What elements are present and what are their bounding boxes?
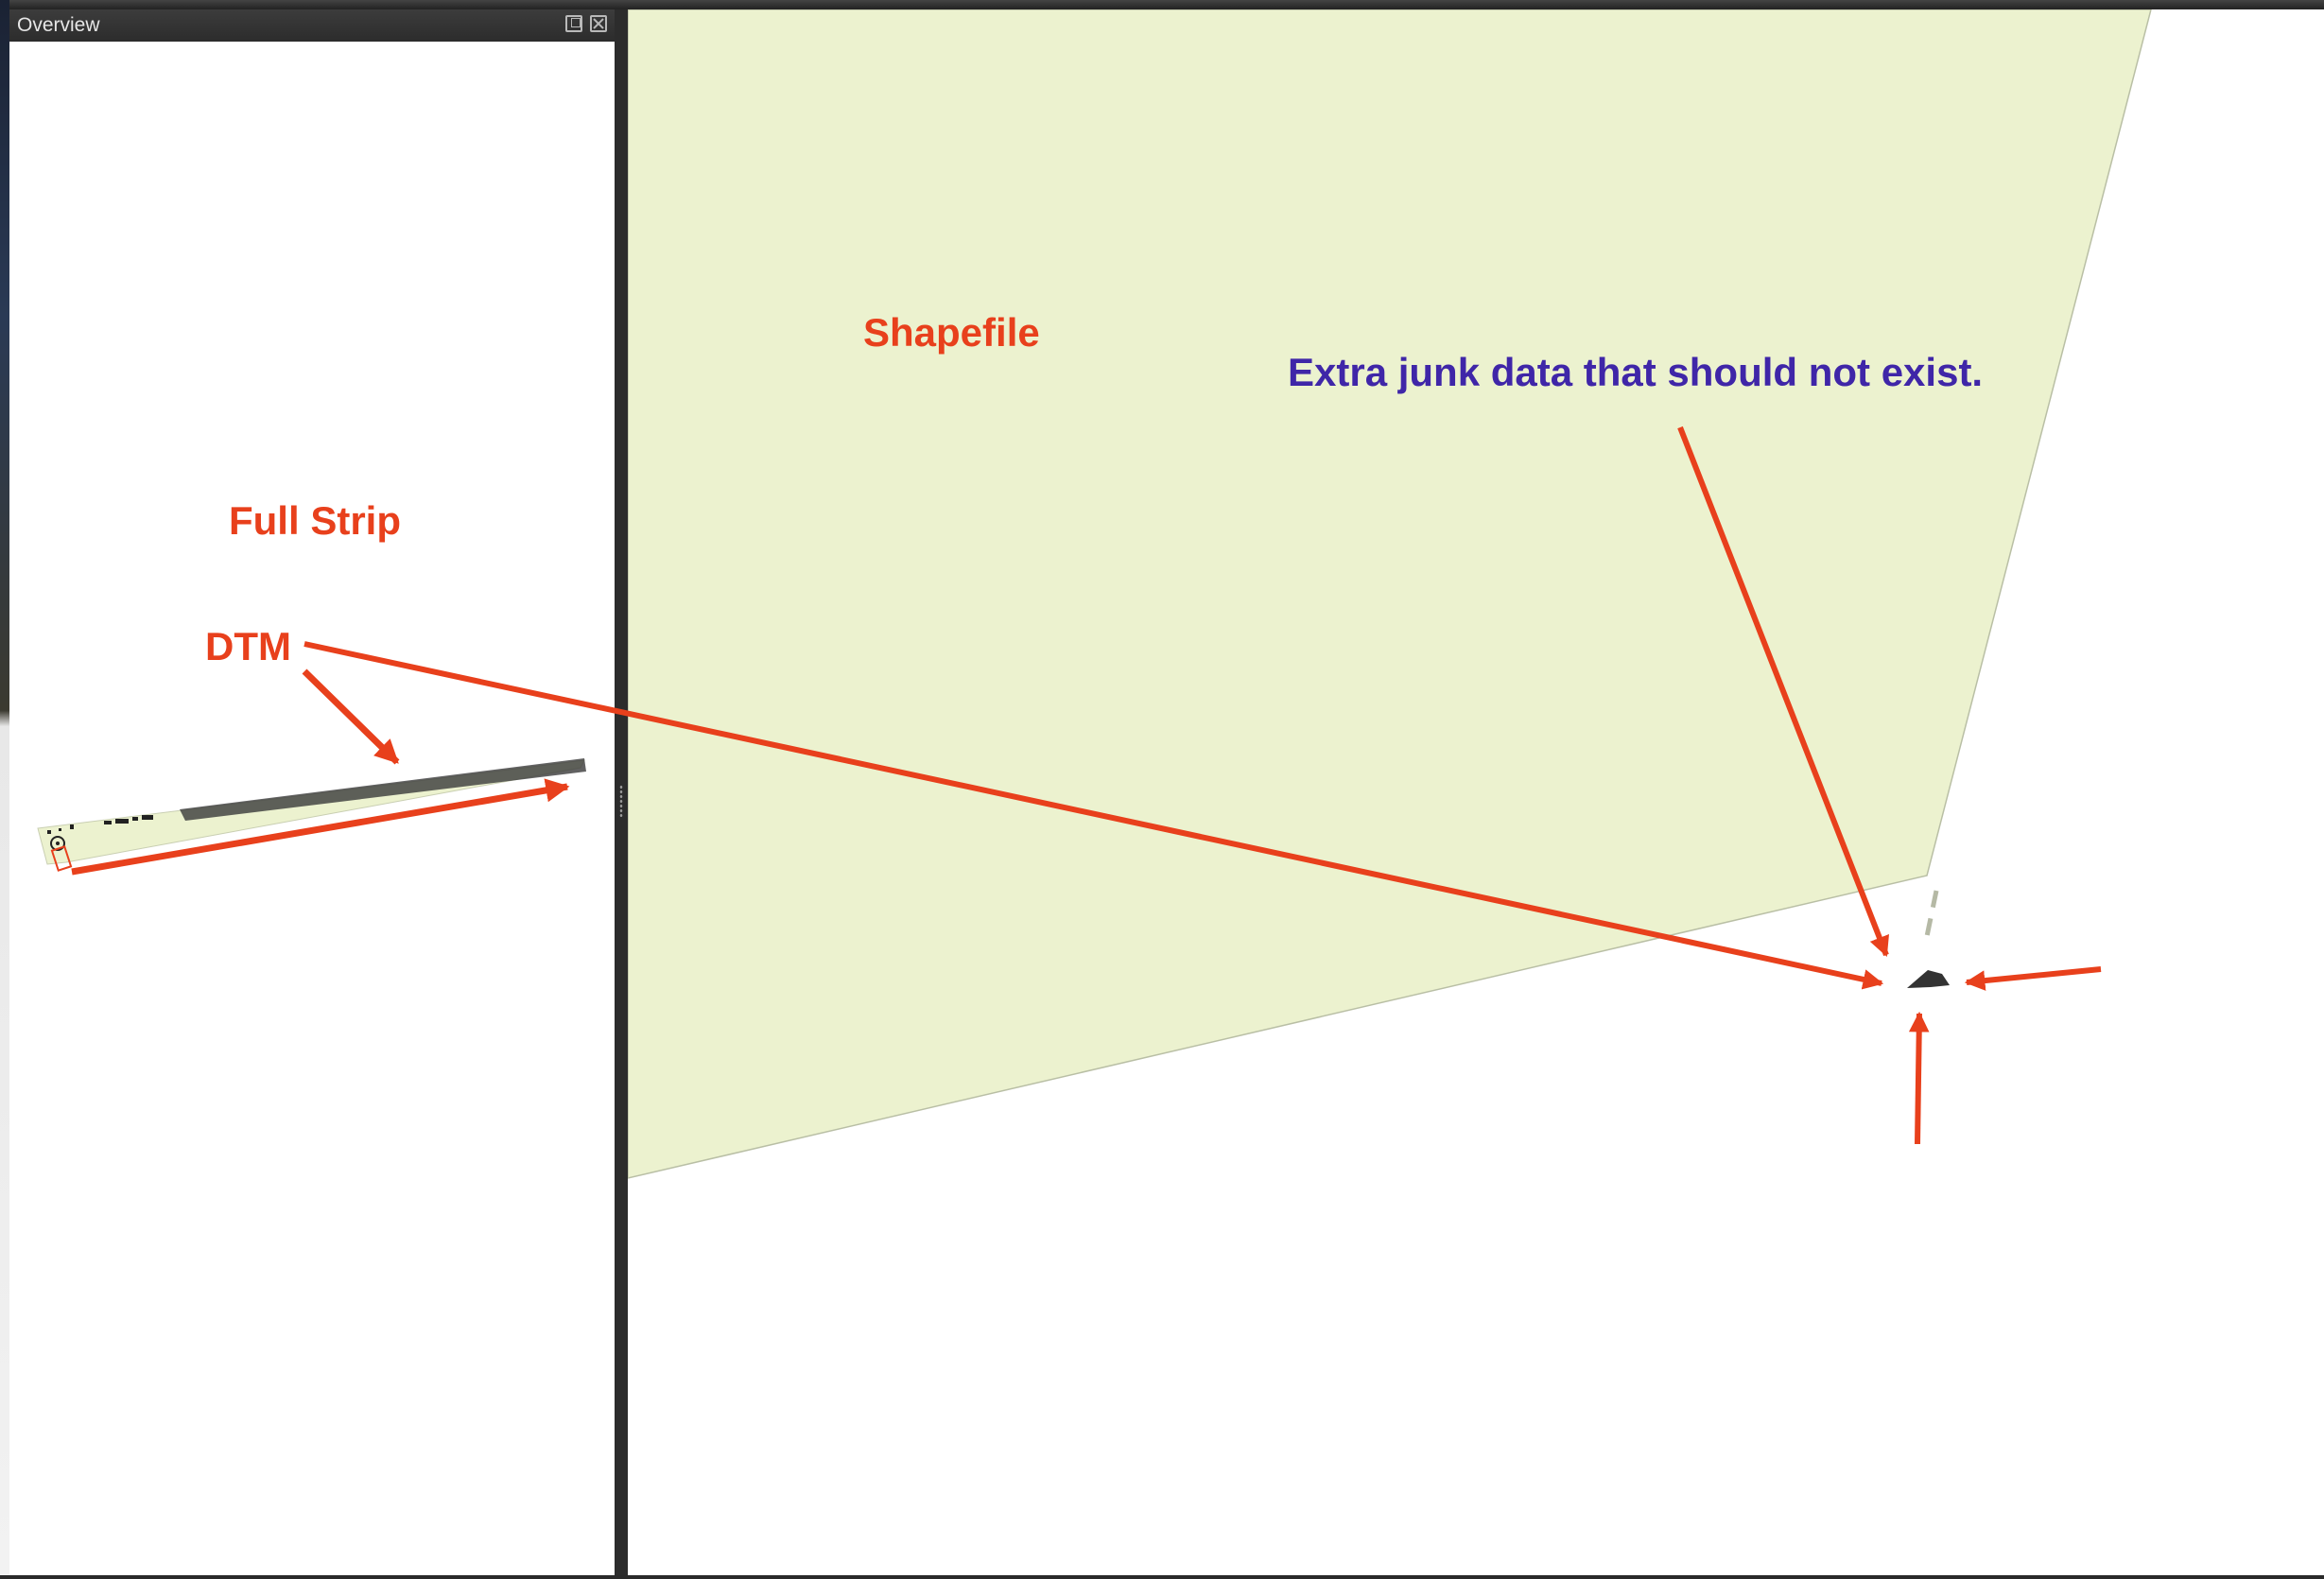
shapefile-polygon[interactable] bbox=[628, 9, 2152, 1179]
junk-data-label: Extra junk data that should not exist. bbox=[1288, 350, 1984, 394]
background-desktop-edge bbox=[0, 0, 9, 1579]
overview-dtm-strip bbox=[180, 758, 586, 821]
panel-splitter[interactable] bbox=[615, 9, 628, 1575]
splitter-grip-icon[interactable] bbox=[619, 785, 623, 817]
map-canvas[interactable] bbox=[628, 9, 2324, 1575]
junk-data-marker[interactable] bbox=[1907, 890, 1950, 988]
shapefile-label: Shapefile bbox=[863, 310, 1040, 355]
full-strip-label: Full Strip bbox=[229, 498, 401, 543]
window-bottom-border bbox=[0, 1575, 2324, 1579]
overview-map[interactable] bbox=[9, 9, 615, 1575]
window-top-border bbox=[0, 0, 2324, 9]
overview-panel: Overview bbox=[9, 9, 616, 1575]
dtm-label: DTM bbox=[205, 624, 291, 668]
